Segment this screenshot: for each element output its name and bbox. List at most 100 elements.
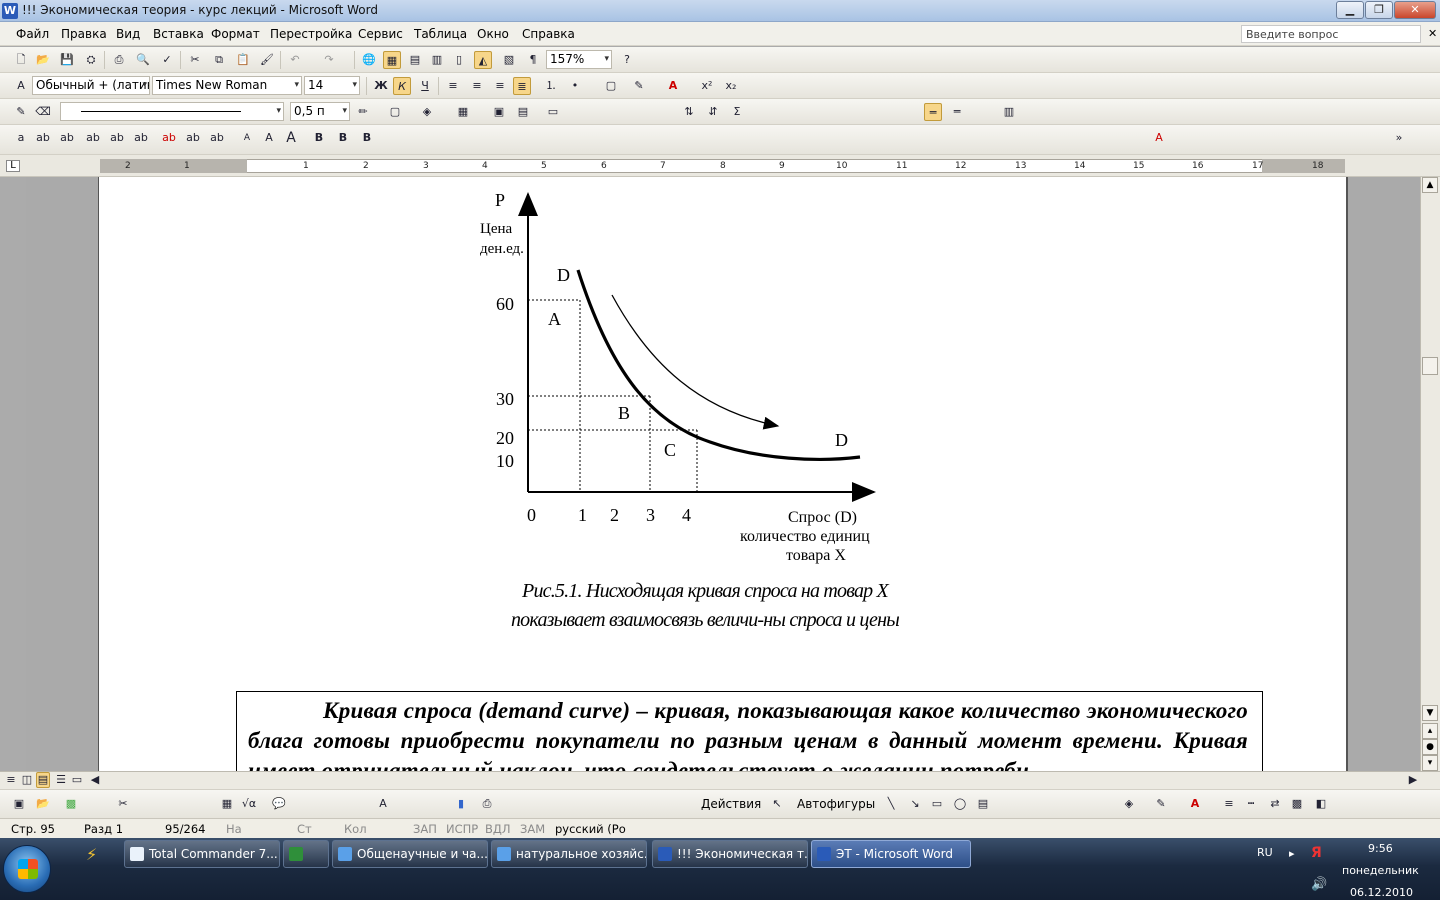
font-grow-small-icon[interactable]: A (260, 129, 278, 147)
tray-arrow-icon[interactable]: ▸ (1289, 847, 1295, 860)
status-trk[interactable]: ИСПР (446, 822, 478, 836)
text-effect-3-icon[interactable]: ab (58, 129, 76, 147)
align-cell-icon[interactable]: ▭ (544, 103, 562, 121)
horizontal-scrollbar[interactable]: ≡ ◫ ▤ ☰ ▭ ◀ ▶ (0, 771, 1440, 789)
bold-3-icon[interactable]: B (334, 129, 352, 147)
text-effect-8-icon[interactable]: ab (184, 129, 202, 147)
align-right-icon[interactable]: ≡ (491, 77, 509, 95)
menu-help[interactable]: Справка (522, 27, 575, 41)
arrow-style-icon[interactable]: ⇄ (1266, 795, 1284, 813)
insert-table-2-icon[interactable]: ▦ (454, 103, 472, 121)
draw-tool-10-icon[interactable]: ⎙ (478, 795, 496, 813)
start-button[interactable] (3, 845, 51, 893)
subscript-icon[interactable]: x₂ (722, 77, 740, 95)
menu-window[interactable]: Окно (477, 27, 509, 41)
font-select[interactable]: Times New Roman (152, 76, 302, 95)
text-effect-6-icon[interactable]: ab (132, 129, 150, 147)
open-icon[interactable]: 📂 (34, 51, 52, 69)
maximize-button[interactable]: ❐ (1365, 1, 1393, 19)
line-icon[interactable]: ╲ (882, 795, 900, 813)
draw-tool-2-icon[interactable]: 📂 (34, 795, 52, 813)
merge-cells-icon[interactable]: ▣ (490, 103, 508, 121)
pencil-icon[interactable]: ✎ (12, 103, 30, 121)
draw-tool-6-icon[interactable]: √α (240, 795, 258, 813)
draw-tool-3-icon[interactable]: ▩ (62, 795, 80, 813)
styles-pane-icon[interactable]: A (12, 77, 30, 95)
status-rec[interactable]: ЗАП (413, 822, 437, 836)
outline-view-icon[interactable]: ☰ (54, 772, 68, 788)
vertical-scrollbar[interactable]: ▲ ▼ ▴ ● ▾ (1420, 177, 1440, 771)
close-button[interactable]: ✕ (1394, 1, 1436, 19)
draw-tool-5-icon[interactable]: ▦ (218, 795, 236, 813)
border-color-icon[interactable]: ✏ (354, 103, 372, 121)
draw-tool-7-icon[interactable]: 💬 (270, 795, 288, 813)
font-color-icon[interactable]: A (664, 77, 682, 95)
print-preview-icon[interactable]: 🔍 (134, 51, 152, 69)
menu-edit[interactable]: Правка (61, 27, 107, 41)
horizontal-text-icon[interactable]: ═ (924, 103, 942, 121)
taskbar-ie-1[interactable]: Общенаучные и ча... (332, 840, 488, 868)
draw-actions-menu[interactable]: Действия (701, 797, 761, 811)
columns-icon[interactable]: ▯ (450, 51, 468, 69)
undo-icon[interactable]: ↶ (286, 51, 304, 69)
line-style-icon[interactable]: ≡ (1220, 795, 1238, 813)
tray-time[interactable]: 9:56 (1368, 842, 1393, 855)
style-select[interactable]: Обычный + (латин (32, 76, 150, 95)
taskbar-word-2[interactable]: ЭТ - Microsoft Word (811, 840, 971, 868)
text-direction-icon[interactable]: A (1150, 129, 1168, 147)
highlight-icon[interactable]: ✎ (630, 77, 648, 95)
split-cells-icon[interactable]: ▤ (514, 103, 532, 121)
status-ovr[interactable]: ЗАМ (520, 822, 545, 836)
rectangle-icon[interactable]: ▭ (928, 795, 946, 813)
menu-table[interactable]: Таблица (414, 27, 467, 41)
help-icon[interactable]: ? (618, 51, 636, 69)
format-painter-icon[interactable]: 🖌 (258, 51, 276, 69)
bold-2-icon[interactable]: B (310, 129, 328, 147)
3d-icon[interactable]: ◧ (1312, 795, 1330, 813)
text-effect-4-icon[interactable]: ab (84, 129, 102, 147)
hyperlink-icon[interactable]: 🌐 (360, 51, 378, 69)
scroll-up-icon[interactable]: ▲ (1422, 177, 1438, 193)
scroll-down-icon[interactable]: ▼ (1422, 705, 1438, 721)
help-search-input[interactable]: Введите вопрос (1241, 25, 1421, 43)
tab-selector-icon[interactable]: L (6, 160, 20, 172)
columns-2-icon[interactable]: ▥ (1000, 103, 1018, 121)
taskbar-ie-2[interactable]: натуральное хозяйс... (491, 840, 647, 868)
tray-language[interactable]: RU (1257, 846, 1273, 859)
scroll-thumb[interactable] (1422, 357, 1438, 375)
yandex-icon[interactable]: Я (1311, 845, 1322, 861)
insert-excel-icon[interactable]: ▥ (428, 51, 446, 69)
toolbar-overflow-icon[interactable]: » (1390, 129, 1408, 147)
taskbar-word-1[interactable]: !!! Экономическая т... (652, 840, 808, 868)
insert-table-icon[interactable]: ▤ (406, 51, 424, 69)
line-style-select[interactable] (60, 102, 284, 121)
line-color-icon[interactable]: ✎ (1152, 795, 1170, 813)
save-icon[interactable]: 💾 (58, 51, 76, 69)
font-grow-icon[interactable]: A (282, 129, 300, 147)
text-effect-5-icon[interactable]: ab (108, 129, 126, 147)
quick-launch-icon[interactable]: ⚡ (86, 845, 97, 864)
font-size-select[interactable]: 14 (304, 76, 360, 95)
normal-view-icon[interactable]: ≡ (4, 772, 18, 788)
text-effect-9-icon[interactable]: ab (208, 129, 226, 147)
print-icon[interactable]: ⎙ (110, 51, 128, 69)
line-weight-select[interactable]: 0,5 п (290, 102, 350, 121)
sort-descending-icon[interactable]: ⇵ (704, 103, 722, 121)
web-view-icon[interactable]: ◫ (20, 772, 34, 788)
textbox-icon[interactable]: ▤ (974, 795, 992, 813)
document-map-icon[interactable]: ▧ (500, 51, 518, 69)
underline-icon[interactable]: Ч (416, 77, 434, 95)
drawing-icon[interactable]: ◭ (474, 51, 492, 69)
shadow-icon[interactable]: ▩ (1288, 795, 1306, 813)
autosum-icon[interactable]: Σ (728, 103, 746, 121)
draw-tool-1-icon[interactable]: ▣ (10, 795, 28, 813)
select-objects-icon[interactable]: ↖ (768, 795, 786, 813)
text-effect-2-icon[interactable]: ab (34, 129, 52, 147)
text-effect-7-icon[interactable]: ab (160, 129, 178, 147)
taskbar-total-commander[interactable]: Total Commander 7.... (124, 840, 280, 868)
align-left-icon[interactable]: ≡ (444, 77, 462, 95)
print-layout-icon[interactable]: ▤ (36, 772, 50, 788)
eraser-icon[interactable]: ⌫ (34, 103, 52, 121)
tables-borders-icon[interactable]: ▦ (383, 51, 401, 69)
bold-4-icon[interactable]: B (358, 129, 376, 147)
